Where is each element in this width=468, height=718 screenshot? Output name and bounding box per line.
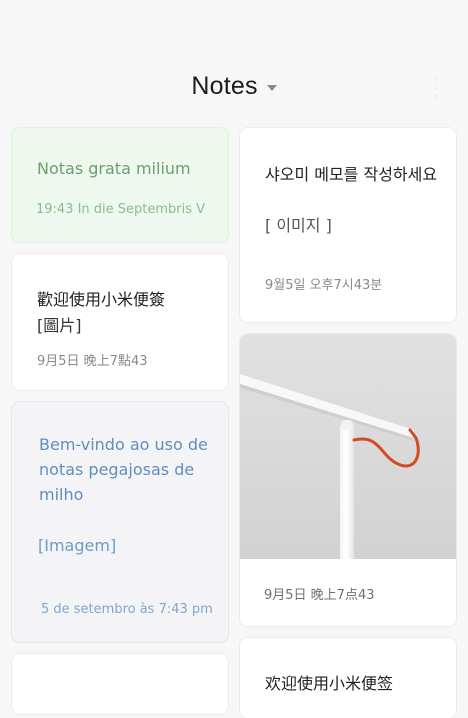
note-image-tag: [圖片] [37,316,82,335]
more-vertical-icon[interactable] [432,78,438,98]
note-title: 샤오미 메모를 작성하세요 [265,165,438,184]
note-date: 9월5일 오후7시43분 [265,278,383,293]
note-card-portuguese[interactable]: Bem-vindo ao uso de notas pegajosas de m… [12,402,228,642]
note-date: 9月5日 晚上7點43 [37,354,148,369]
note-date: 19:43 In die Septembris V [36,202,206,217]
desk-lamp-photo [240,334,456,559]
app-header: Notes [0,0,468,120]
note-card-latin[interactable]: Notas grata milium 19:43 In die Septembr… [12,128,228,242]
note-date: 5 de setembro às 7:43 pm [41,602,213,617]
note-card-partial[interactable] [12,654,228,714]
note-title: 歡迎使用小米便簽 [37,290,166,309]
note-card-chinese-simplified[interactable]: 欢迎使用小米便签 [240,638,456,718]
note-card-chinese-traditional[interactable]: 歡迎使用小米便簽 [圖片] 9月5日 晚上7點43 [12,254,228,390]
note-title: Notas grata milium [37,159,191,178]
note-date: 9月5日 晚上7点43 [264,588,375,603]
note-image-tag: [ 이미지 ] [265,216,332,235]
page-title[interactable]: Notes [191,72,257,101]
note-card-image[interactable]: 9月5日 晚上7点43 [240,334,456,626]
folder-selector[interactable]: Notes [0,72,468,101]
note-title: Bem-vindo ao uso de notas pegajosas de m… [39,435,208,504]
note-card-korean[interactable]: 샤오미 메모를 작성하세요 [ 이미지 ] 9월5일 오후7시43분 [240,128,456,322]
note-title: 欢迎使用小米便签 [265,674,394,693]
desk-lamp-image [240,334,456,559]
caret-down-icon[interactable] [266,84,277,91]
note-image-tag: [Imagem] [38,536,117,555]
